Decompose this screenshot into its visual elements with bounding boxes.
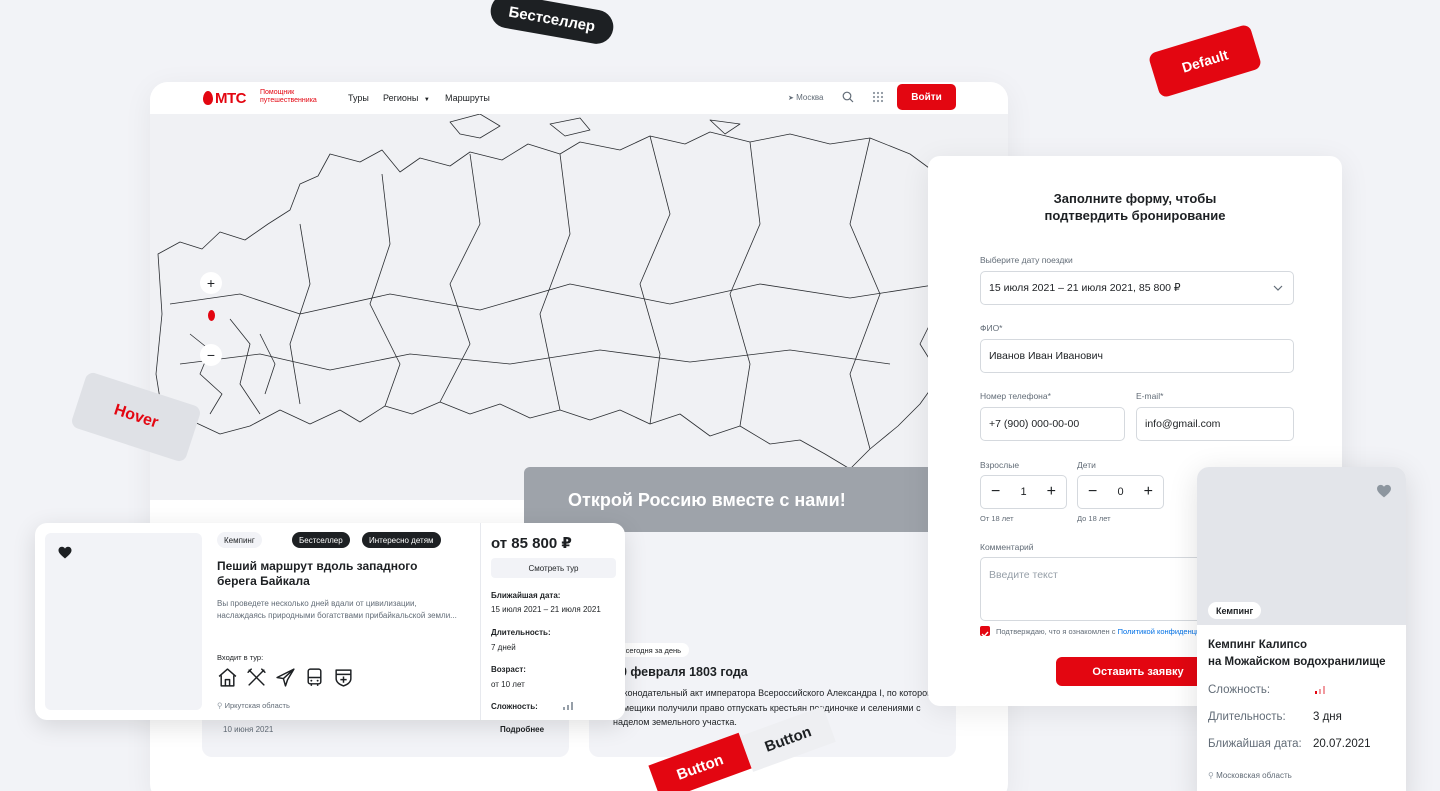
map-outline xyxy=(155,113,1001,470)
plus-icon[interactable]: + xyxy=(1047,484,1056,500)
chevron-down-icon: ▼ xyxy=(423,97,430,103)
tour-side-panel: от 85 800 ₽ Смотреть тур Ближайшая дата:… xyxy=(480,523,625,720)
logo-text[interactable]: МТС xyxy=(215,90,247,107)
submit-button[interactable]: Оставить заявку xyxy=(1056,657,1220,686)
included-label: Входит в тур: xyxy=(217,653,264,662)
check-icon xyxy=(981,631,989,638)
age-value: от 10 лет xyxy=(491,680,525,689)
phone-label: Номер телефона* xyxy=(980,391,1051,401)
phone-input[interactable]: +7 (900) 000-00-00 xyxy=(980,407,1125,441)
plane-icon xyxy=(276,668,295,687)
consent-label: Подтверждаю, что я ознакомлен с xyxy=(996,627,1118,636)
view-tour-button[interactable]: Смотреть тур xyxy=(491,558,616,578)
insurance-shield-icon xyxy=(335,669,352,687)
camping-difficulty-label: Сложность: xyxy=(1208,684,1271,696)
bus-icon xyxy=(307,668,322,686)
difficulty-bars-icon xyxy=(1315,686,1325,694)
kids-stepper[interactable]: − 0 + xyxy=(1077,475,1164,509)
tour-region-label: Иркутская область xyxy=(224,701,290,710)
camping-badge: Кемпинг xyxy=(1208,602,1262,619)
tour-title[interactable]: Пеший маршрут вдоль западного берега Бай… xyxy=(217,559,447,589)
tour-description: Вы проведете несколько дней вдали от цив… xyxy=(217,599,457,620)
email-input[interactable]: info@gmail.com xyxy=(1136,407,1294,441)
location-pin-icon: ⚲ xyxy=(1208,771,1214,780)
nav-routes[interactable]: Маршруты xyxy=(445,93,490,103)
badge-camping: Кемпинг xyxy=(217,532,262,548)
date-select[interactable]: 15 июля 2021 – 21 июля 2021, 85 800 ₽ xyxy=(980,271,1294,305)
nav-tours[interactable]: Туры xyxy=(348,93,369,103)
heart-icon[interactable] xyxy=(58,546,72,560)
duration-label: Длительность: xyxy=(491,628,551,637)
consent-checkbox[interactable] xyxy=(980,626,990,638)
camping-nearest-label: Ближайшая дата: xyxy=(1208,738,1302,750)
more-link[interactable]: Подробнее xyxy=(500,725,544,734)
minus-icon[interactable]: − xyxy=(991,484,1000,500)
adults-count: 1 xyxy=(1020,486,1027,498)
apps-grid-icon[interactable] xyxy=(872,91,884,103)
kids-count: 0 xyxy=(1117,486,1124,498)
location-arrow-icon: ➤ xyxy=(788,95,794,102)
difficulty-bars-icon xyxy=(563,702,573,710)
zoom-out-button[interactable]: − xyxy=(200,344,222,366)
adults-hint: От 18 лет xyxy=(980,514,1014,523)
camping-duration-label: Длительность: xyxy=(1208,711,1286,723)
tour-card[interactable]: Кемпинг Бестселлер Интересно детям Пеший… xyxy=(35,523,625,720)
camping-nearest-value: 20.07.2021 xyxy=(1313,738,1371,750)
city-selector[interactable]: ➤ Москва xyxy=(788,93,823,102)
form-title: Заполните форму, чтобы подтвердить брони… xyxy=(1044,191,1226,223)
camping-region-label: Московская область xyxy=(1216,771,1292,780)
location-pin-icon: ⚲ xyxy=(217,701,223,710)
tour-price: от 85 800 ₽ xyxy=(491,535,572,552)
fio-label: ФИО* xyxy=(980,323,1003,333)
nav-regions[interactable]: Регионы ▼ xyxy=(383,93,430,103)
cutlery-icon xyxy=(247,668,266,686)
age-label: Возраст: xyxy=(491,665,526,674)
badge-bestseller: Бестселлер xyxy=(292,532,350,548)
camping-region: ⚲ Московская область xyxy=(1208,771,1292,780)
top-navigation: МТС Помощник путешественника Туры Регион… xyxy=(150,82,1008,114)
tour-region: ⚲ Иркутская область xyxy=(217,701,290,710)
date-label: Выберите дату поездки xyxy=(980,255,1073,265)
camping-duration-value: 3 дня xyxy=(1313,711,1342,723)
nearest-date-label: Ближайшая дата: xyxy=(491,591,561,600)
sticker-bestseller: Бестселлер xyxy=(487,0,617,47)
nearest-date-value: 15 июля 2021 – 21 июля 2021 xyxy=(491,605,601,614)
search-icon[interactable] xyxy=(842,91,854,103)
chevron-down-icon xyxy=(1273,285,1283,291)
login-button[interactable]: Войти xyxy=(897,84,956,110)
date-select-value: 15 июля 2021 – 21 июля 2021, 85 800 ₽ xyxy=(989,282,1181,294)
kids-label: Дети xyxy=(1077,460,1096,470)
difficulty-label: Сложность: xyxy=(491,702,538,711)
russia-map[interactable]: + − Открой Россию вместе с нами! xyxy=(150,113,1008,533)
plus-icon[interactable]: + xyxy=(1144,484,1153,500)
adults-stepper[interactable]: − 1 + xyxy=(980,475,1067,509)
nav-regions-label: Регионы xyxy=(383,93,419,103)
fact-title: 20 февраля 1803 года xyxy=(613,665,748,679)
minus-icon[interactable]: − xyxy=(1088,484,1097,500)
camping-title[interactable]: Кемпинг Калипсо на Можайском водохранили… xyxy=(1208,637,1403,671)
fio-input[interactable]: Иванов Иван Иванович xyxy=(980,339,1294,373)
house-icon xyxy=(218,668,237,687)
duration-value: 7 дней xyxy=(491,643,516,652)
adults-label: Взрослые xyxy=(980,460,1020,470)
map-marker-icon[interactable] xyxy=(208,310,215,321)
card-date: 10 июня 2021 xyxy=(223,725,274,734)
kids-hint: До 18 лет xyxy=(1077,514,1111,523)
zoom-in-button[interactable]: + xyxy=(200,272,222,294)
city-label: Москва xyxy=(796,93,824,102)
heart-icon[interactable] xyxy=(1376,484,1392,499)
comment-label: Комментарий xyxy=(980,542,1034,552)
sticker-default: Default xyxy=(1147,23,1263,99)
map-zoom-controls: + − xyxy=(200,272,222,372)
email-label: E-mail* xyxy=(1136,391,1164,401)
camping-card[interactable]: Кемпинг Кемпинг Калипсо на Можайском вод… xyxy=(1197,467,1406,791)
logo-subtitle: Помощник путешественника xyxy=(260,89,317,104)
included-icons xyxy=(217,667,362,689)
comment-placeholder: Введите текст xyxy=(989,569,1058,581)
mts-logo-icon[interactable] xyxy=(203,91,213,105)
badge-kids: Интересно детям xyxy=(362,532,441,548)
